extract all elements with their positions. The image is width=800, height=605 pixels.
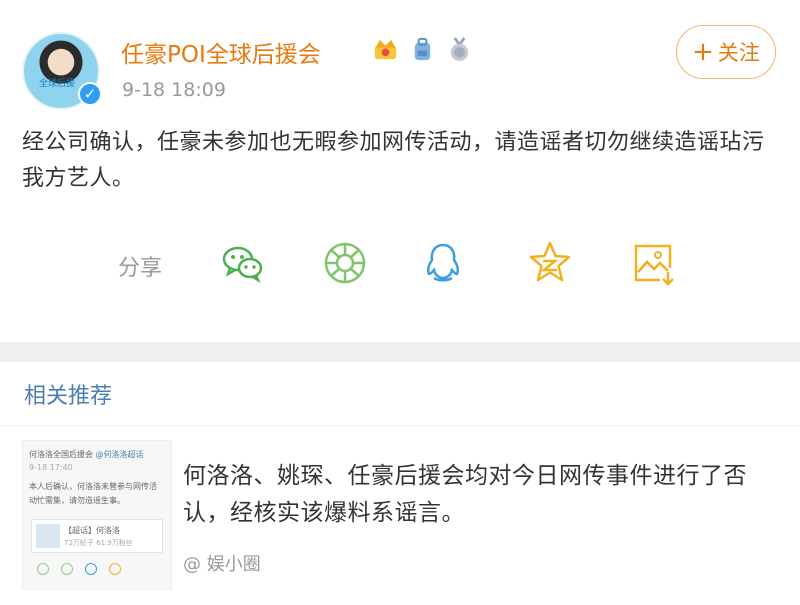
post-text: 经公司确认，任豪未参加也无暇参加网传活动，请造谣者切勿继续造谣玷污我方艺人。 [22, 130, 765, 191]
related-section-title: 相关推荐 [24, 384, 113, 409]
thumb-qzone-icon [109, 563, 121, 575]
weibo-post: 全球后援 ✓ 任豪POI全球后援会 9-18 18:09 + 关注 经公司确认，… [0, 0, 800, 342]
section-divider [0, 342, 800, 362]
thumb-wechat-icon [37, 563, 49, 575]
thumb-topic-card: 【超话】何洛洛 72万帖子 61.9万粉丝 [31, 519, 163, 553]
medal-badge-icon[interactable] [446, 36, 473, 63]
plus-icon: + [692, 37, 714, 67]
qq-icon[interactable] [420, 240, 466, 286]
thumb-card-meta: 72万帖子 61.9万粉丝 [64, 539, 133, 547]
verified-badge-icon: ✓ [78, 82, 102, 106]
thumb-time: 9-18 17:40 [29, 463, 73, 472]
thumb-share-icons [37, 563, 167, 575]
thumb-body-line-2: 动忙需集，请勿造谣生事。 [29, 496, 125, 505]
qzone-icon[interactable] [527, 240, 573, 286]
backpack-badge-icon[interactable] [409, 36, 436, 63]
related-divider [0, 425, 800, 426]
share-label: 分享 [118, 256, 163, 281]
post-timestamp: 9-18 18:09 [122, 79, 226, 101]
thumb-qq-icon [85, 563, 97, 575]
thumb-account: 何洛洛全国后援会 @何洛洛超话 [29, 450, 144, 459]
related-headline[interactable]: 何洛洛、姚琛、任豪后援会均对今日网传事件进行了否认，经核实该爆料系谣言。 [183, 458, 773, 532]
thumb-body-line-1: 本人后确认，何洛洛未曾参与网传活 [29, 482, 157, 491]
follow-button[interactable]: + 关注 [676, 25, 776, 79]
avatar-caption: 全球后援 [38, 79, 75, 89]
thumb-card-title: 【超话】何洛洛 [64, 526, 120, 535]
crown-badge-icon[interactable] [372, 36, 399, 63]
share-bar: 分享 [0, 238, 800, 288]
username[interactable]: 任豪POI全球后援会 [121, 35, 321, 69]
moments-icon[interactable] [322, 240, 368, 286]
thumb-moments-icon [61, 563, 73, 575]
user-badges [372, 36, 473, 63]
save-image-icon[interactable] [630, 240, 676, 286]
related-thumbnail[interactable]: 何洛洛全国后援会 @何洛洛超话 9-18 17:40 本人后确认，何洛洛未曾参与… [22, 440, 172, 590]
related-source[interactable]: @ 娱小圈 [183, 550, 261, 576]
wechat-icon[interactable] [220, 240, 266, 286]
thumb-card-image [36, 524, 60, 548]
follow-label: 关注 [717, 41, 760, 65]
